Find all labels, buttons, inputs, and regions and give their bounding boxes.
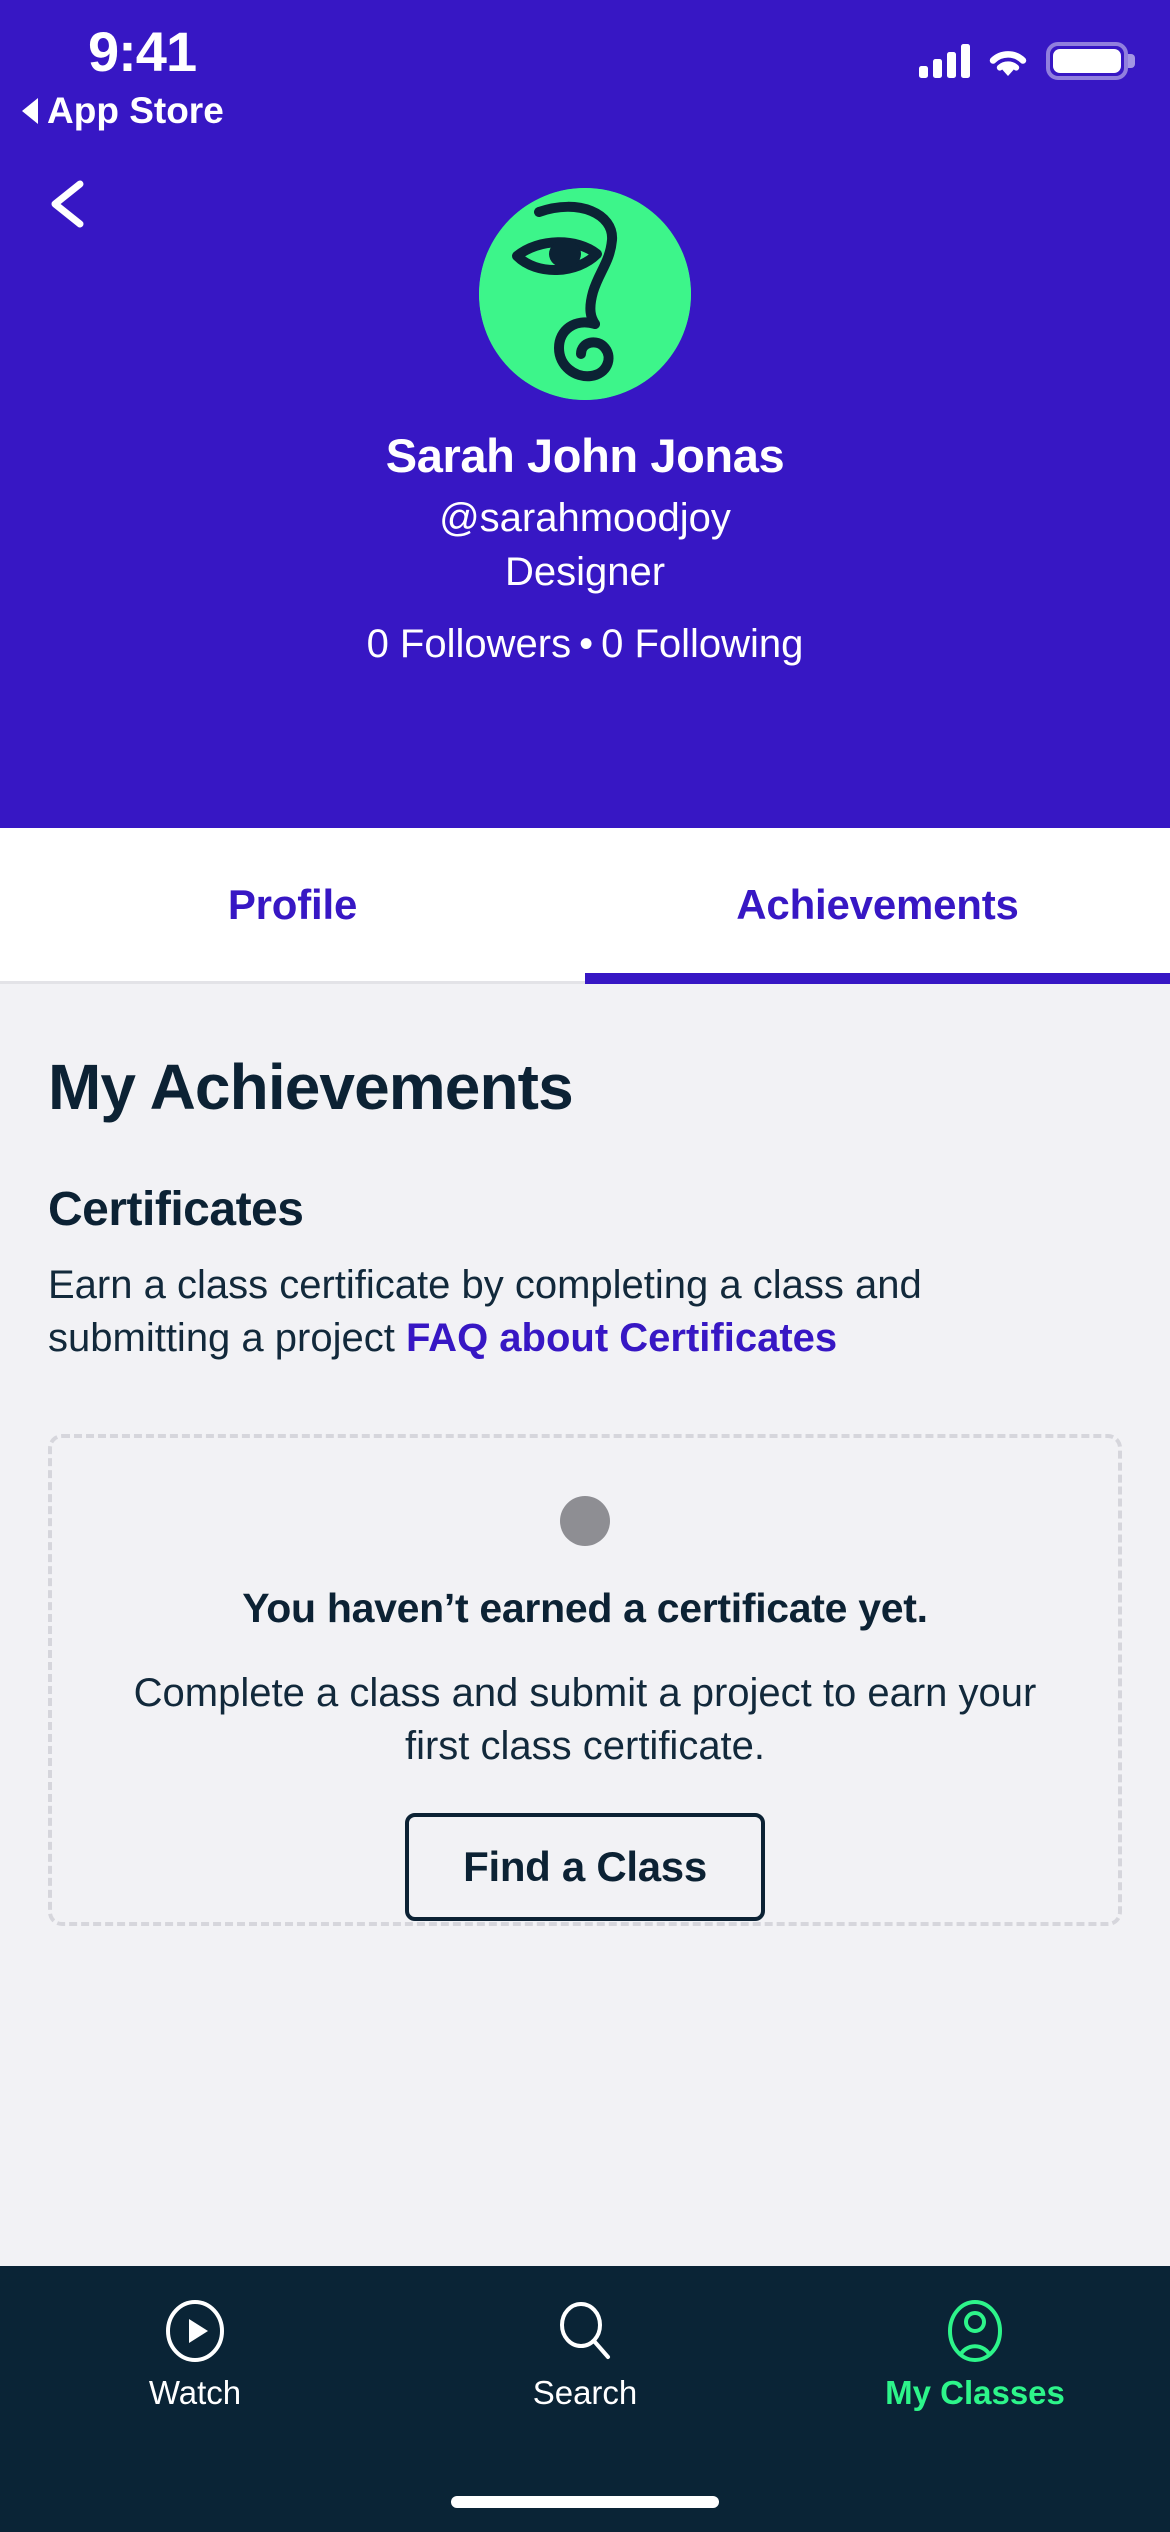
certificates-empty-state-card: You haven’t earned a certificate yet. Co… (48, 1433, 1122, 1926)
empty-state-title: You haven’t earned a certificate yet. (242, 1584, 928, 1631)
profile-name: Sarah John Jonas (385, 429, 785, 482)
nav-item-search-label: Search (532, 2374, 638, 2411)
back-triangle-icon (22, 97, 38, 124)
play-circle-icon (166, 2300, 224, 2362)
find-a-class-button[interactable]: Find a Class (405, 1813, 765, 1922)
avatar[interactable] (479, 188, 691, 400)
tab-achievements[interactable]: Achievements (585, 828, 1170, 984)
person-circle-icon (948, 2300, 1002, 2362)
faq-about-certificates-link[interactable]: FAQ about Certificates (406, 1316, 837, 1360)
home-indicator[interactable] (451, 2496, 719, 2508)
wifi-icon (989, 50, 1027, 76)
profile-header: 9:41 App Store Sarah John Jonas @sarahmo… (0, 0, 1170, 828)
search-icon (560, 2302, 610, 2359)
certificates-description: Earn a class certificate by completing a… (48, 1259, 1058, 1365)
bottom-navigation-bar: Watch Search My Classes (0, 2266, 1170, 2532)
nav-item-my-classes[interactable]: My Classes (780, 2300, 1170, 2532)
cellular-signal-icon (919, 44, 970, 78)
battery-icon (1046, 42, 1128, 80)
back-button[interactable] (33, 168, 105, 240)
empty-state-body: Complete a class and submit a project to… (133, 1670, 1037, 1768)
nav-item-my-classes-label: My Classes (885, 2374, 1065, 2411)
nav-item-watch[interactable]: Watch (0, 2300, 390, 2532)
nav-item-watch-label: Watch (148, 2374, 242, 2411)
profile-role: Designer (504, 550, 666, 595)
gray-circle-placeholder-icon (560, 1495, 610, 1546)
followers-count[interactable]: 0 Followers (367, 622, 572, 666)
page-title: My Achievements (48, 1051, 574, 1123)
stats-separator: • (579, 622, 594, 667)
profile-handle: @sarahmoodjoy (439, 496, 731, 541)
app-root: 9:41 App Store Sarah John Jonas @sarahmo… (0, 0, 1170, 2532)
tab-profile[interactable]: Profile (0, 828, 585, 981)
profile-stats: 0 Followers • 0 Following (0, 621, 1170, 667)
status-bar-indicators (919, 42, 1128, 80)
profile-identity: Sarah John Jonas @sarahmoodjoy Designer … (0, 428, 1170, 667)
achievements-content: My Achievements Certificates Earn a clas… (0, 984, 1170, 2266)
abstract-face-avatar-icon (479, 188, 691, 400)
certificates-section-title: Certificates (48, 1183, 304, 1237)
tab-achievements-label: Achievements (736, 880, 1019, 928)
status-bar: 9:41 App Store (0, 0, 1170, 150)
status-bar-time: 9:41 (88, 20, 197, 83)
tab-profile-label: Profile (227, 880, 358, 928)
status-bar-return-label: App Store (47, 90, 224, 131)
status-bar-return-to-app[interactable]: App Store (22, 92, 224, 129)
following-count[interactable]: 0 Following (601, 622, 803, 666)
profile-tabbar: Profile Achievements (0, 828, 1170, 984)
